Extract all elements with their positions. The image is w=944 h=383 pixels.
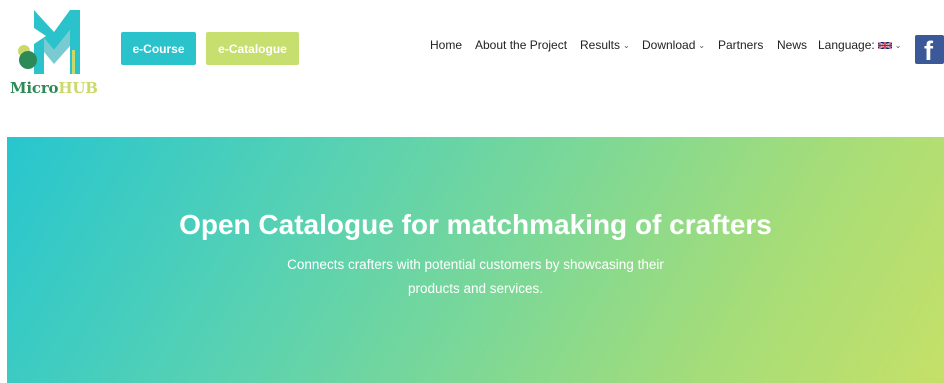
logo-wordmark: MicroHUB	[10, 79, 98, 97]
logo-text-hub: HUB	[58, 79, 98, 97]
microhub-logo[interactable]: MicroHUB	[10, 6, 114, 97]
nav-home[interactable]: Home	[430, 38, 462, 52]
nav-partners[interactable]: Partners	[718, 38, 763, 52]
nav-language-label: Language:	[818, 38, 875, 52]
nav-download-label: Download	[642, 38, 696, 52]
nav-download[interactable]: Download ⌄	[642, 38, 705, 52]
logo-text-micro: Micro	[10, 79, 59, 97]
chevron-down-icon: ⌄	[894, 41, 902, 50]
hero-subtitle-line1: Connects crafters with potential custome…	[287, 257, 664, 272]
nav-news[interactable]: News	[777, 38, 807, 52]
chevron-down-icon: ⌄	[698, 41, 706, 50]
e-catalogue-button[interactable]: e-Catalogue	[206, 32, 299, 65]
logo-mark-icon	[18, 10, 80, 74]
chevron-down-icon: ⌄	[623, 41, 630, 50]
uk-flag-icon	[877, 41, 892, 50]
facebook-link[interactable]: f	[915, 35, 944, 64]
facebook-icon: f	[924, 36, 933, 64]
e-course-button[interactable]: e-Course	[121, 32, 196, 65]
nav-language[interactable]: Language: ⌄	[818, 38, 901, 52]
hero-banner: Open Catalogue for matchmaking of crafte…	[7, 137, 944, 383]
nav-results[interactable]: Results ⌄	[580, 38, 630, 52]
hero-subtitle-line2: products and services.	[407, 281, 544, 296]
nav-results-label: Results	[580, 38, 621, 52]
hero-title: Open Catalogue for matchmaking of crafte…	[179, 209, 772, 240]
nav-about-the-project[interactable]: About the Project	[475, 38, 567, 52]
